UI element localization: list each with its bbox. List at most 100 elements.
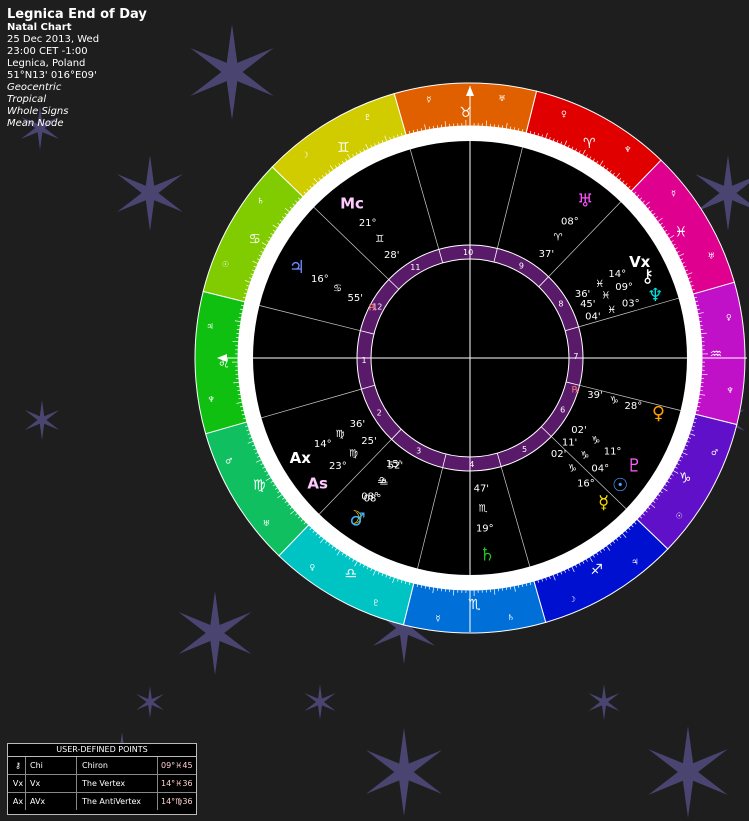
neptune-position: 04' — [585, 312, 600, 323]
user-point-name: The AntiVertex — [76, 793, 141, 810]
ascendant-position: 25' — [361, 436, 376, 447]
house-number: 5 — [522, 445, 527, 454]
ruler-glyph: ☿ — [671, 189, 676, 198]
user-point-position: 09°♓45 — [157, 757, 193, 774]
jupiter-icon: ♃ — [289, 257, 305, 278]
mars-position: ♎ — [379, 477, 388, 488]
user-point-abbr: AVx — [30, 797, 46, 806]
sign-glyph: ♓ — [675, 224, 688, 240]
user-points-header: USER-DEFINED POINTS — [8, 744, 196, 757]
ruler-glyph: ☽ — [569, 595, 576, 604]
user-point-abbr: Vx — [30, 779, 41, 788]
midheaven-position: 28' — [384, 250, 399, 261]
sign-glyph: ♈ — [583, 136, 596, 152]
sign-glyph: ♑ — [679, 470, 692, 486]
house-number: 9 — [519, 261, 524, 270]
ruler-glyph: ♇ — [373, 599, 380, 608]
neptune-position: 03° — [622, 299, 640, 310]
midheaven-position: ♊ — [375, 234, 384, 245]
house-number: 2 — [377, 409, 382, 418]
venus-position: 39' — [587, 390, 602, 401]
ruler-glyph: ♂ — [711, 448, 718, 457]
saturn-position: 47' — [474, 484, 489, 495]
neptune-position: ♓ — [607, 305, 616, 316]
ruler-glyph: ♅ — [708, 252, 715, 261]
mercury-position: ♑ — [568, 464, 577, 475]
sign-glyph: ♐ — [590, 562, 603, 578]
mars-position: 52' — [388, 460, 403, 471]
saturn-icon: ♄ — [479, 544, 495, 565]
ascendant-position: 23° — [329, 461, 347, 472]
user-point-row-vertex[interactable]: Vx Vx The Vertex 14°♓36 — [8, 775, 196, 793]
user-point-position: 14°♓36 — [157, 775, 193, 792]
vertex-position: 14° — [608, 269, 626, 280]
mars-position: 08° — [364, 493, 382, 504]
sign-glyph: ♋ — [249, 232, 262, 248]
ruler-glyph: ☿ — [427, 95, 432, 104]
ruler-glyph: ☽ — [302, 150, 309, 159]
uranus-position: ♈ — [554, 233, 563, 244]
jupiter-retrograde: ℞ — [369, 303, 377, 313]
user-defined-points-table: USER-DEFINED POINTS ⚷ Chi Chiron 09°♓45 … — [7, 743, 197, 815]
ruler-glyph: ♇ — [364, 113, 371, 122]
sun-position: 04° — [591, 463, 609, 474]
user-point-name: Chiron — [76, 757, 108, 774]
ascendant-icon: As — [307, 474, 328, 492]
ruler-glyph: ♃ — [206, 322, 213, 331]
sign-glyph: ♍ — [253, 478, 266, 494]
uranus-position: 37' — [539, 249, 554, 260]
vertex-position: ♓ — [595, 279, 604, 290]
house-number: 1 — [361, 356, 366, 365]
mars-icon: ♂ — [350, 510, 366, 531]
user-point-name: The Vertex — [76, 775, 125, 792]
saturn-position: ♏ — [479, 503, 488, 514]
saturn-position: 19° — [476, 523, 494, 534]
antivertex-icon: Ax — [290, 449, 312, 467]
venus-retrograde: ℞ — [572, 385, 580, 395]
sign-glyph: ♎ — [344, 566, 357, 582]
venus-position: ♑ — [610, 395, 619, 406]
ruler-glyph: ♂ — [225, 456, 232, 465]
pluto-position: ♑ — [591, 436, 600, 447]
ruler-glyph: ☉ — [222, 260, 229, 269]
house-number: 8 — [558, 299, 563, 308]
uranus-position: 08° — [561, 216, 579, 227]
ruler-glyph: ♀ — [309, 563, 315, 572]
ruler-glyph: ♃ — [631, 558, 638, 567]
sun-position: 11' — [562, 438, 577, 449]
sun-position: ♑ — [580, 450, 589, 461]
mercury-icon: ☿ — [598, 492, 609, 513]
user-point-row-antivertex[interactable]: Ax AVx The AntiVertex 14°♍36 — [8, 793, 196, 810]
mercury-position: 02' — [551, 449, 566, 460]
sign-glyph: ♒ — [710, 347, 723, 363]
ruler-glyph: ♄ — [507, 613, 514, 622]
user-point-position: 14°♍36 — [157, 793, 193, 810]
user-point-row-chiron[interactable]: ⚷ Chi Chiron 09°♓45 — [8, 757, 196, 775]
pluto-position: 02' — [571, 425, 586, 436]
chiron-icon: ⚷ — [11, 757, 26, 774]
ruler-glyph: ♅ — [263, 519, 270, 528]
sun-icon: ☉ — [612, 475, 628, 496]
antivertex-position: 36' — [350, 419, 365, 430]
mercury-position: 16° — [577, 478, 595, 489]
midheaven-icon: Mc — [340, 194, 364, 212]
jupiter-position: 16° — [311, 274, 329, 285]
antivertex-icon: Ax — [11, 793, 26, 810]
house-number: 3 — [416, 447, 421, 456]
ruler-glyph: ☉ — [676, 512, 683, 521]
neptune-icon: ♆ — [647, 285, 663, 306]
chiron-position: ♓ — [601, 291, 610, 302]
ascendant-position: ♍ — [349, 448, 358, 459]
ruler-glyph: ♆ — [208, 395, 215, 404]
ruler-glyph: ♆ — [726, 386, 733, 395]
venus-icon: ♀ — [652, 403, 665, 424]
house-number: 7 — [573, 352, 578, 361]
ruler-glyph: ♆ — [624, 145, 631, 154]
user-point-abbr: Chi — [30, 761, 43, 770]
house-number: 10 — [463, 248, 473, 257]
ruler-glyph: ♀ — [561, 109, 567, 118]
sign-glyph: ♊ — [337, 140, 350, 156]
jupiter-position: ♋ — [333, 284, 342, 295]
natal-chart-wheel[interactable]: ♈ ♆♀♉♅☿♊♇☽♋♄☉♌♃♆♍♂♅♎♀♇ ♏☿ ♄♐☽♃♑☉♂♒♆♀♓♅☿1234… — [0, 0, 749, 821]
pluto-position: 11° — [604, 447, 622, 458]
